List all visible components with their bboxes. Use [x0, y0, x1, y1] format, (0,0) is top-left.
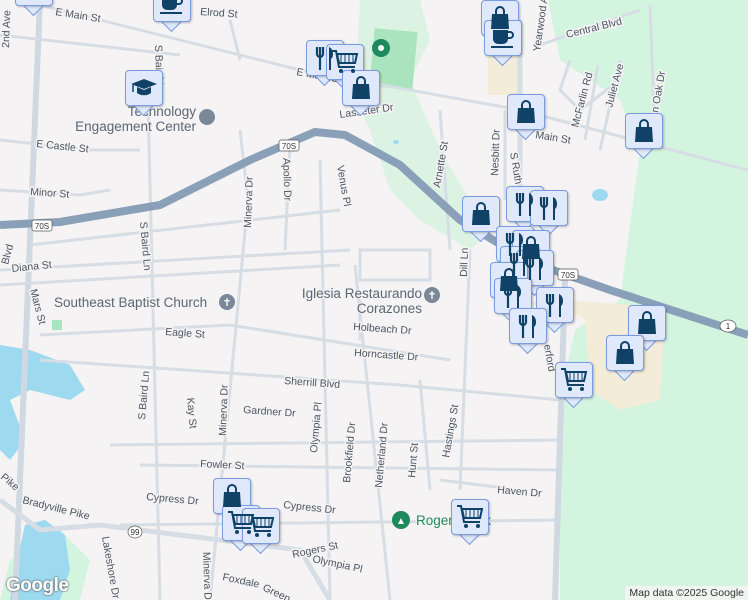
shopping-marker[interactable]	[15, 0, 53, 17]
shopping-icon	[507, 94, 545, 130]
svg-text:1: 1	[726, 322, 731, 331]
street-label: E Main St	[55, 6, 102, 25]
shopping-cart-icon	[326, 44, 364, 80]
street-label: Sherrill Blvd	[284, 375, 341, 391]
route-shield-1: 1	[719, 319, 737, 333]
street-label: Diana St	[11, 259, 52, 275]
graduation-cap-marker[interactable]	[125, 70, 163, 117]
shopping-cart-marker[interactable]	[555, 362, 593, 409]
shopping-cart-icon	[242, 508, 280, 544]
route-shield-70s: 70S	[278, 139, 300, 152]
svg-text:✝: ✝	[222, 297, 231, 309]
graduation-cap-icon	[125, 70, 163, 106]
street-label: Brookfield Dr	[341, 421, 358, 483]
street-label: Eagle St	[165, 326, 206, 341]
street-label: Olympia Pl	[311, 553, 363, 575]
street-label: Foxdale	[221, 571, 260, 591]
street-label: Lakeshore Dr	[99, 535, 122, 600]
street-label: Nesbitt Dr	[489, 129, 503, 177]
street-label: Olympia Pl	[308, 402, 324, 454]
cafe-marker[interactable]	[153, 0, 191, 33]
shopping-marker[interactable]	[342, 70, 380, 117]
street-label: Gardner Dr	[243, 404, 297, 420]
map-attribution[interactable]: Map data ©2025 Google	[625, 586, 748, 600]
svg-text:99: 99	[131, 528, 140, 537]
svg-text:▲: ▲	[396, 516, 406, 527]
street-label: Cypress Dr	[146, 491, 200, 508]
library-icon	[199, 109, 215, 125]
poi-iglesia-restaurando-corazones[interactable]: Iglesia Restaurando Corazones	[286, 286, 422, 316]
street-label: Minerva Dr	[200, 552, 214, 600]
restaurant-icon	[509, 308, 547, 344]
shopping-icon	[342, 70, 380, 106]
google-logo: Google	[6, 575, 69, 596]
street-label: Kay St	[184, 397, 199, 429]
shopping-icon	[606, 335, 644, 371]
street-label: Mars St	[27, 288, 48, 326]
svg-text:✝: ✝	[427, 290, 436, 302]
street-label: Elrod St	[200, 6, 238, 21]
svg-text:70S: 70S	[561, 271, 575, 280]
route-shield-70s: 70S	[557, 268, 579, 281]
street-label: E Castle St	[36, 138, 90, 155]
cafe-icon	[153, 0, 191, 22]
shopping-icon	[15, 0, 53, 6]
street-label: 2nd Ave	[0, 10, 13, 48]
shopping-cart-marker[interactable]	[242, 508, 280, 555]
street-label: Fowler St	[200, 458, 245, 472]
svg-text:70S: 70S	[35, 222, 49, 231]
street-label: Venus Pl	[334, 164, 353, 207]
cafe-marker[interactable]	[484, 20, 522, 67]
street-label: Bradyville Pike	[21, 494, 91, 522]
route-shield-99: 99	[127, 525, 143, 539]
street-label: Green	[261, 582, 293, 600]
street-label: Yearwood A	[531, 0, 551, 52]
shopping-cart-icon	[451, 499, 489, 535]
svg-text:70S: 70S	[282, 142, 296, 151]
shopping-marker[interactable]	[462, 196, 500, 243]
poi-technology-engagement-center-icon-group[interactable]	[199, 109, 215, 125]
street-label: Hastings St	[440, 403, 461, 458]
shopping-marker[interactable]	[606, 335, 644, 382]
poi-southeast-baptist-church[interactable]: Southeast Baptist Church ✝	[53, 294, 235, 312]
street-label: Haven Dr	[497, 484, 543, 500]
svg-text:Southeast Baptist Church: Southeast Baptist Church	[54, 295, 207, 310]
shopping-cart-icon	[555, 362, 593, 398]
shopping-cart-marker[interactable]	[451, 499, 489, 546]
street-label: Netherland Dr	[373, 422, 391, 489]
restaurant-marker[interactable]	[509, 308, 547, 355]
street-label: Hunt St	[406, 442, 421, 478]
street-label: Minerva Dr	[242, 176, 256, 228]
street-label: Minerva Dr	[217, 384, 231, 436]
poi-iglesia-icon-group[interactable]: ✝	[424, 287, 440, 303]
street-label: S Baird Ln	[136, 370, 152, 420]
park-pin-icon[interactable]	[372, 39, 390, 57]
street-label: Apollo Dr	[280, 158, 294, 202]
shopping-icon	[625, 113, 663, 149]
route-shield-70s: 70S	[31, 219, 53, 232]
shopping-marker[interactable]	[625, 113, 663, 160]
street-label: Minor St	[30, 186, 70, 201]
shopping-marker[interactable]	[507, 94, 545, 141]
street-label: Dill Ln	[458, 247, 471, 277]
shopping-icon	[462, 196, 500, 232]
